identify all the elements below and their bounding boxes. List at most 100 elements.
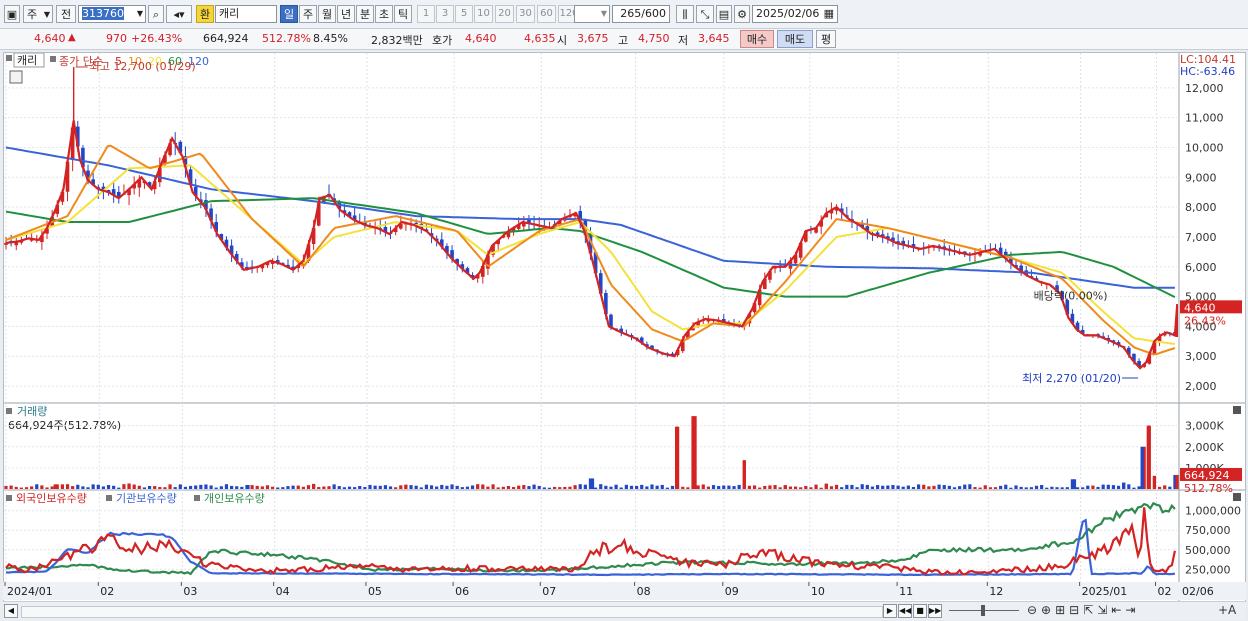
legend-marker	[50, 56, 56, 62]
stock-code-value: 313760	[82, 7, 124, 20]
volume-bar	[578, 484, 582, 489]
chart-area[interactable]: 12,000 11,000 10,000 9,000 8,000 7,000 6,000 5,…	[3, 52, 1246, 602]
volume-bar	[409, 485, 413, 489]
max-annotation: 최고 12,700 (01/29)	[90, 60, 196, 73]
volume-bar	[973, 487, 977, 489]
scope-button[interactable]: 전	[56, 5, 76, 23]
volume-bar	[763, 485, 767, 489]
minute-button[interactable]: 5	[455, 5, 473, 23]
volume-bar	[860, 484, 864, 489]
volume-bar	[1106, 484, 1110, 489]
volume-bar	[911, 486, 916, 489]
stock-code-input[interactable]: 313760 ▼	[78, 5, 146, 23]
window-icon[interactable]: ▣	[4, 5, 20, 23]
sell-button[interactable]: 매도	[777, 30, 813, 48]
volume-bar	[511, 487, 516, 489]
volume-bar	[506, 485, 511, 489]
volume-bar	[517, 485, 521, 489]
period-button[interactable]: 초	[375, 5, 393, 23]
minute-button[interactable]: 30	[516, 5, 535, 23]
volume-bar	[429, 485, 434, 489]
volume-bar	[173, 487, 177, 489]
save-icon[interactable]: ▤	[716, 5, 732, 23]
period-button[interactable]: 분	[356, 5, 374, 23]
period-button[interactable]: 년	[337, 5, 355, 23]
minute-button[interactable]: 3	[436, 5, 454, 23]
minute-button[interactable]: 10	[474, 5, 493, 23]
volume-spike-bar	[1175, 474, 1179, 489]
up-triangle-icon: ▲	[68, 32, 76, 43]
chevron-down-icon: ▼	[136, 9, 143, 18]
scroll-bar[interactable]: ◀ ▶ ◀◀ ■ ▶▶ ⊖⊕⊞⊟⇱⇲⇤⇥ +A	[3, 601, 1246, 620]
crosshair-icon[interactable]: ⤡	[696, 5, 714, 23]
volume-bar	[865, 484, 869, 489]
scroll-left-icon[interactable]: ◀	[4, 604, 18, 618]
volume-bar	[91, 484, 95, 489]
gear-icon[interactable]: ⚙	[734, 5, 750, 23]
zoom-tools-icons[interactable]: ⊖⊕⊞⊟⇱⇲⇤⇥	[1027, 603, 1139, 617]
volume-bar	[235, 486, 239, 489]
eval-button[interactable]: 평	[816, 30, 836, 48]
volume-bar	[363, 486, 367, 489]
volume-bar	[737, 484, 741, 489]
volume-spike-bar	[53, 484, 57, 489]
volume-bar	[983, 485, 987, 489]
stop-icon[interactable]: ■	[913, 604, 927, 618]
x-tick-label: 02	[1157, 585, 1171, 598]
chart-svg[interactable]: 12,00011,00010,0009,0008,0007,0006,0005,…	[4, 53, 1245, 601]
hc-label: HC:-63.46	[1180, 65, 1235, 78]
volume-bar	[112, 485, 116, 489]
scroll-track[interactable]	[21, 606, 883, 618]
minute-button[interactable]: 20	[495, 5, 514, 23]
x-tick-label: 11	[899, 585, 913, 598]
date-field[interactable]: 2025/02/06 ▦	[752, 5, 838, 23]
volume-bar	[752, 485, 757, 489]
y-tick-label: 3,000K	[1185, 420, 1224, 433]
zoom-slider-handle[interactable]	[981, 605, 985, 616]
calendar-icon[interactable]: ▦	[824, 6, 834, 22]
x-tick-label: 12	[989, 585, 1003, 598]
volume-bar	[993, 487, 998, 489]
minute-button[interactable]: 60	[537, 5, 556, 23]
buy-button[interactable]: 매수	[740, 30, 774, 48]
candle-icon[interactable]: ⫼	[676, 5, 694, 23]
y-tick-label: 8,000	[1185, 201, 1217, 214]
count-total: /600	[641, 7, 666, 20]
volume-bar	[619, 487, 623, 489]
font-size-icon[interactable]: +A	[1218, 603, 1236, 617]
volume-bar	[224, 484, 229, 489]
period-button[interactable]: 월	[318, 5, 336, 23]
x-axis: 2024/01 02 03 04 05 06 07 08 09 10 11 12 2025/01 02 02…	[4, 582, 1214, 598]
period-button[interactable]: 틱	[394, 5, 412, 23]
volume-bar	[1101, 484, 1105, 489]
rewind-icon[interactable]: ◀◀	[898, 604, 912, 618]
volume-bar	[537, 485, 541, 489]
y-tick-label: 9,000	[1185, 171, 1217, 184]
volume-bar	[4, 485, 8, 489]
volume-bar	[1137, 486, 1141, 489]
amount-value: 2,832백만	[371, 34, 423, 47]
market-select[interactable]: 주 ▼	[23, 5, 53, 23]
open-label: 시	[557, 34, 568, 47]
play-icon[interactable]: ▶	[883, 604, 897, 618]
search-icon[interactable]: ⌕	[148, 5, 164, 23]
volume-bar	[711, 485, 716, 489]
forward-icon[interactable]: ▶▶	[928, 604, 942, 618]
y-tick-label: 7,000	[1185, 231, 1217, 244]
period-button[interactable]: 주	[299, 5, 317, 23]
volume-bar	[1111, 485, 1116, 489]
volume-bar	[881, 485, 885, 489]
speaker-icon[interactable]: ◂▾	[166, 5, 192, 23]
stock-name-field[interactable]: 캐리	[215, 5, 277, 23]
x-tick-label: 07	[542, 585, 556, 598]
count-field[interactable]: 265/600	[612, 5, 670, 23]
currency-button[interactable]: 환	[196, 5, 214, 23]
volume-bar	[460, 487, 464, 489]
volume-bar	[35, 484, 39, 489]
period-button[interactable]: 일	[280, 5, 298, 23]
volume-spike-bar	[675, 426, 679, 489]
volume-bar	[532, 484, 536, 489]
volume-bar	[1050, 486, 1054, 489]
custom-period-select[interactable]: ▼	[574, 5, 610, 23]
minute-button[interactable]: 1	[417, 5, 435, 23]
